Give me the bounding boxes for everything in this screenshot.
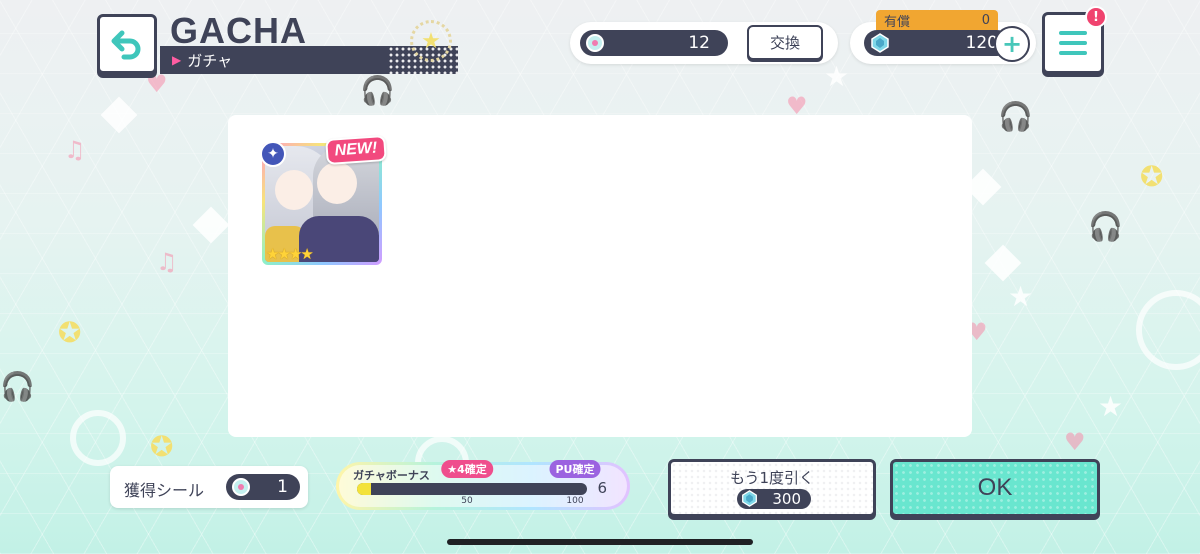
background-star-icon: ★ xyxy=(1098,390,1124,423)
triangle-icon: ▶ xyxy=(172,53,182,67)
back-button[interactable] xyxy=(97,14,157,74)
star-count-box: 120 xyxy=(864,30,1010,56)
result-card[interactable]: ✦ ★★★★ NEW! xyxy=(260,134,387,265)
seal-icon xyxy=(586,34,604,52)
bonus-mark-100: 100 xyxy=(566,496,584,506)
background-laurel-star-icon: ✪ xyxy=(150,430,174,463)
bonus-track xyxy=(357,483,587,495)
paid-value: 0 xyxy=(981,12,990,28)
menu-icon-line xyxy=(1059,31,1087,35)
attribute-icon: ✦ xyxy=(260,141,286,167)
home-indicator[interactable] xyxy=(447,539,753,545)
earned-seals-count: 1 xyxy=(277,477,288,497)
background-diamond xyxy=(984,244,1022,282)
menu-icon-line xyxy=(1059,41,1087,45)
rarity-stars: ★★★★ xyxy=(266,245,314,263)
background-note-icon: ♫ xyxy=(64,136,86,164)
background-diamond xyxy=(100,96,138,134)
four-star-guarantee-tag: ★4確定 xyxy=(441,460,493,478)
draw-again-cost: 300 xyxy=(737,489,811,509)
paid-label: 有償 xyxy=(884,14,911,30)
gacha-bonus-gauge: ガチャボーナス ★4確定 PU確定 50 100 6 xyxy=(336,460,630,510)
background-headphone-icon: 🎧 xyxy=(360,74,395,107)
background-note-icon: ♫ xyxy=(156,248,178,276)
seal-icon xyxy=(232,478,250,496)
draw-again-button[interactable]: もう1度引く 300 xyxy=(668,459,876,517)
background-ring xyxy=(70,410,126,466)
background-headphone-icon: 🎧 xyxy=(998,100,1033,133)
bonus-count: 6 xyxy=(597,479,607,497)
background-headphone-icon: 🎧 xyxy=(1088,210,1123,243)
draw-again-label: もう1度引く xyxy=(729,469,815,487)
bonus-mark-50: 50 xyxy=(461,496,473,506)
draw-again-cost-value: 300 xyxy=(772,490,801,508)
gacha-result-panel: ✦ ★★★★ NEW! xyxy=(228,115,972,437)
menu-icon-line xyxy=(1059,51,1087,55)
paid-star-tag: 有償 0 xyxy=(876,10,998,30)
page-title: GACHA xyxy=(170,10,307,51)
bonus-fill xyxy=(357,483,371,495)
background-laurel-star-icon: ✪ xyxy=(58,316,82,349)
new-badge: NEW! xyxy=(325,134,387,166)
background-headphone-icon: 🎧 xyxy=(0,370,35,403)
star-gem-icon xyxy=(871,33,889,53)
earned-seals: 獲得シール 1 xyxy=(110,466,308,508)
background-heart-icon: ♥ xyxy=(146,70,168,98)
earned-seals-box: 1 xyxy=(226,474,300,500)
gacha-bonus-title: ガチャボーナス xyxy=(353,469,430,482)
pickup-guarantee-tag: PU確定 xyxy=(549,460,601,478)
seal-count: 12 xyxy=(688,33,710,53)
seal-count-box: 12 xyxy=(580,30,728,56)
background-diamond xyxy=(192,206,230,244)
alert-icon: ! xyxy=(1085,6,1107,28)
background-star-icon: ★ xyxy=(824,60,850,93)
title-star-icon: ★ xyxy=(410,20,452,62)
back-arrow-icon xyxy=(111,30,141,60)
ok-button[interactable]: OK xyxy=(890,459,1100,517)
plus-icon: + xyxy=(1001,30,1023,58)
background-heart-icon: ♥ xyxy=(1064,428,1086,456)
page-subtitle: ガチャ xyxy=(187,51,233,70)
star-gem-icon xyxy=(742,490,757,507)
exchange-button[interactable]: 交換 xyxy=(747,25,823,60)
add-stars-button[interactable]: + xyxy=(994,26,1030,62)
seal-counter: 12 交換 xyxy=(570,22,838,64)
background-ring xyxy=(1136,290,1200,370)
background-star-icon: ★ xyxy=(1008,280,1034,313)
background-laurel-star-icon: ✪ xyxy=(1140,160,1164,193)
earned-seals-label: 獲得シール xyxy=(124,481,205,500)
